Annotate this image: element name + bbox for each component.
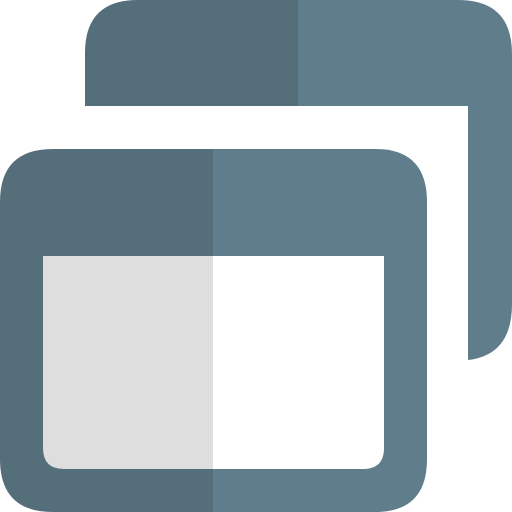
icon-canvas — [0, 0, 512, 512]
multiple-windows-icon — [0, 0, 512, 512]
back-window-frame-left — [85, 0, 298, 106]
front-window — [0, 149, 427, 512]
front-window-content-right — [213, 256, 384, 469]
front-window-content-left — [43, 256, 213, 469]
